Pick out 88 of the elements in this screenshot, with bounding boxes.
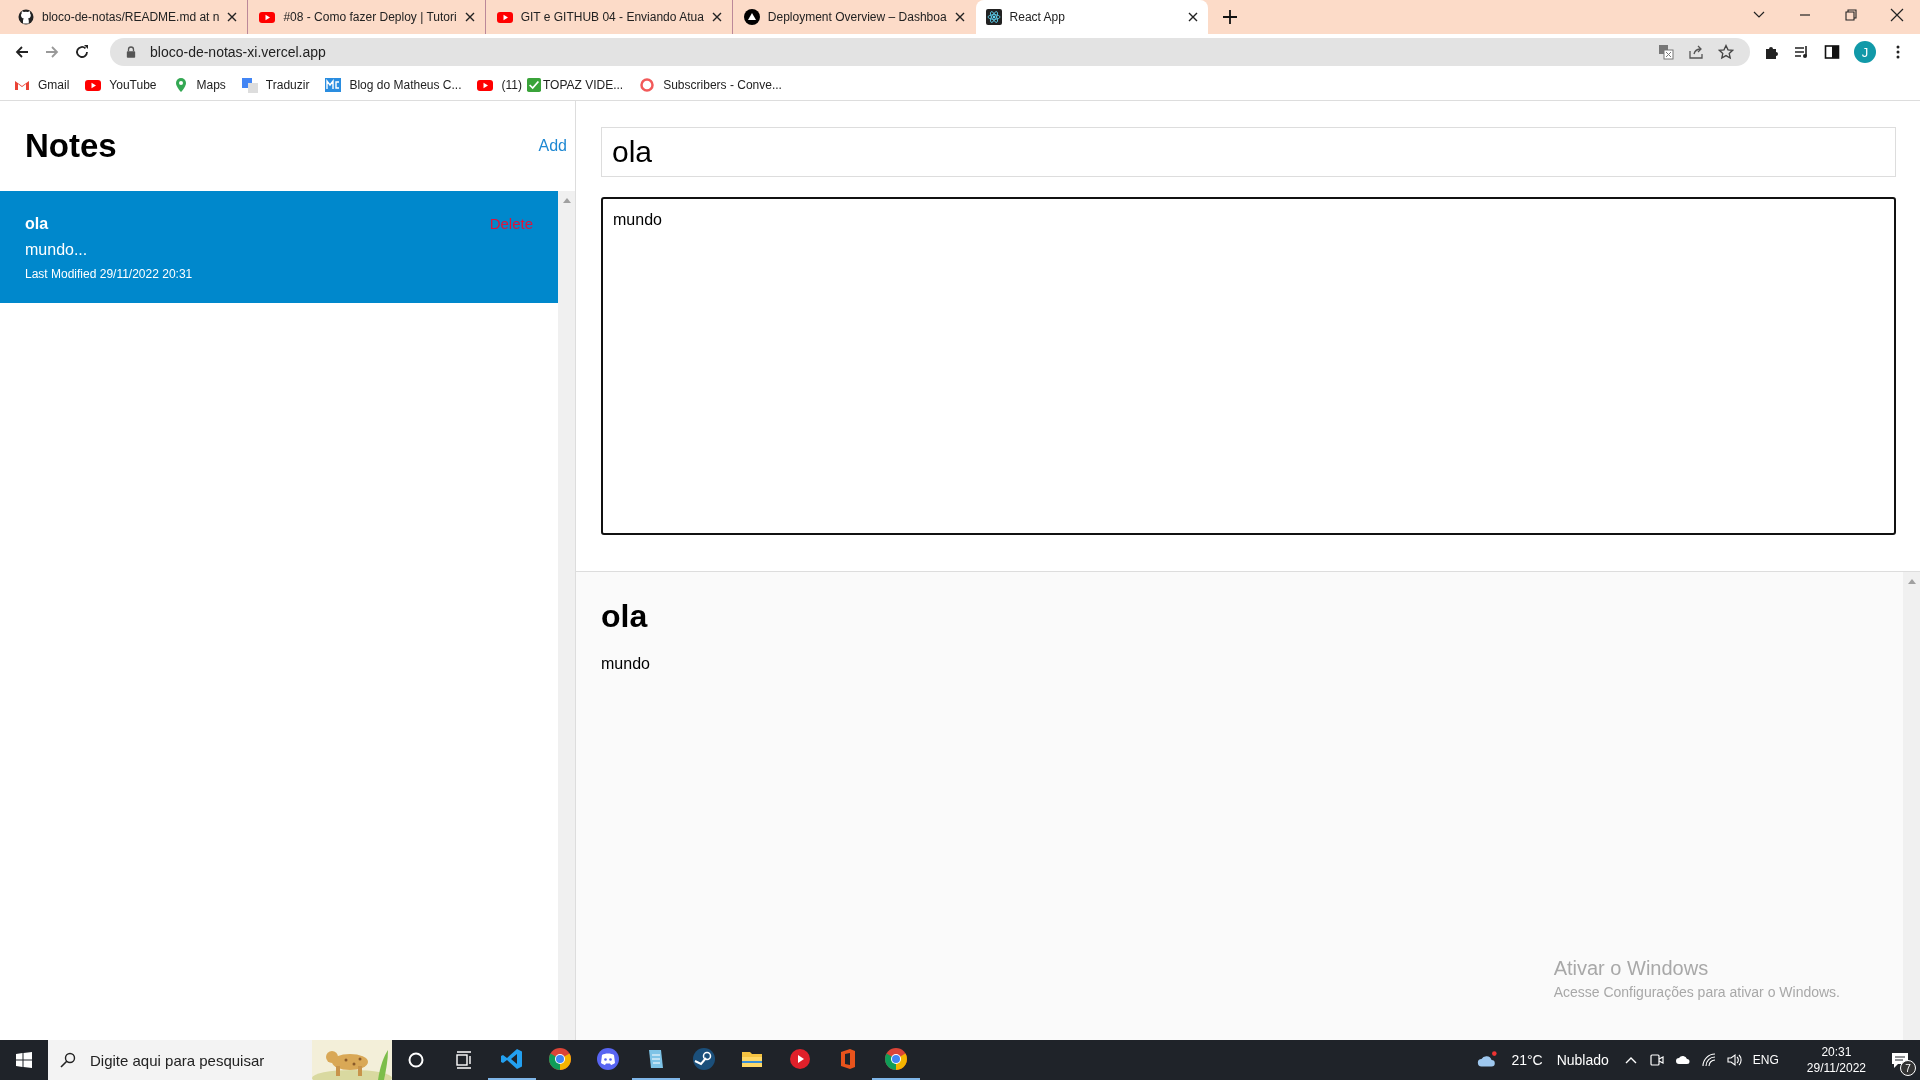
atom-icon <box>985 9 1002 25</box>
steam-icon <box>692 1047 716 1071</box>
restore-icon[interactable] <box>1844 8 1858 22</box>
note-modified: Last Modified 29/11/2022 20:31 <box>25 267 194 281</box>
back-icon[interactable] <box>14 44 30 60</box>
bookmark[interactable]: Blog do Matheus C... <box>325 77 462 93</box>
preview-title: ola <box>601 598 649 635</box>
puzzle-icon[interactable] <box>1764 44 1780 60</box>
close-icon[interactable] <box>954 12 965 22</box>
code-editor-icon <box>500 1047 524 1071</box>
scrollbar[interactable] <box>1903 572 1920 1040</box>
browser-tab[interactable]: bloco-de-notas/README.md at n <box>8 0 249 34</box>
ring-icon <box>639 77 656 93</box>
windows-start-icon[interactable] <box>16 1052 32 1068</box>
browser-tab[interactable]: #08 - Como fazer Deploy | Tutori <box>249 0 486 34</box>
bookmark-label: Traduzir <box>265 78 310 92</box>
clock[interactable]: 20:31 29/11/2022 <box>1806 1045 1866 1075</box>
new-tab-icon[interactable] <box>1222 10 1237 24</box>
sidebar-title: Notes <box>25 127 117 165</box>
reload-icon[interactable] <box>74 44 90 60</box>
search-icon <box>60 1052 76 1068</box>
bookmark[interactable]: YouTube <box>85 77 157 93</box>
browser-icon <box>548 1047 572 1071</box>
play-icon <box>788 1047 812 1071</box>
bookmark-label: Gmail <box>38 78 70 92</box>
address-bar[interactable]: bloco-de-notas-xi.vercel.app <box>110 38 1750 66</box>
tab-title: bloco-de-notas/README.md at n <box>42 10 220 24</box>
activation-title: Ativar o Windows <box>1553 957 1710 980</box>
browser-tab[interactable]: GIT e GITHUB 04 - Enviando Atua <box>486 0 733 34</box>
playlist-icon[interactable] <box>1794 44 1810 60</box>
star-icon[interactable] <box>1718 44 1734 60</box>
temperature-text[interactable]: 21°C <box>1511 1052 1543 1068</box>
camera-icon[interactable] <box>1648 1052 1665 1068</box>
title-input[interactable]: ola <box>601 127 1896 177</box>
bookmark-label: TOPAZ VIDE... <box>542 78 624 92</box>
note-item[interactable]: ola Delete mundo... Last Modified 29/11/2022 20:31 <box>0 191 558 303</box>
note-title: ola <box>25 215 49 233</box>
close-icon[interactable] <box>1187 12 1198 22</box>
note-preview: mundo... <box>25 241 89 259</box>
close-icon[interactable] <box>464 12 475 22</box>
close-icon[interactable] <box>227 12 238 22</box>
preview-text: mundo <box>601 655 651 673</box>
speaker-icon[interactable] <box>1726 1052 1743 1068</box>
language-indicator[interactable]: ENG <box>1752 1053 1779 1067</box>
browser-tab[interactable]: React App <box>975 0 1208 34</box>
side-panel-icon[interactable] <box>1824 44 1840 60</box>
translate-icon <box>241 77 258 93</box>
bookmark[interactable]: Traduzir <box>241 77 310 93</box>
tab-title: React App <box>1009 10 1066 24</box>
tab-title: GIT e GITHUB 04 - Enviando Atua <box>520 10 704 24</box>
bookmark-label: Subscribers - Conve... <box>663 78 782 92</box>
bookmark[interactable]: (11) TOPAZ VIDE... <box>477 77 624 93</box>
scrollbar[interactable] <box>558 191 575 1040</box>
translate-icon[interactable] <box>1658 44 1674 60</box>
close-icon[interactable] <box>1890 8 1904 22</box>
notification-button[interactable]: 7 <box>1880 1040 1920 1080</box>
close-icon[interactable] <box>711 12 722 22</box>
tab-title: Deployment Overview – Dashboa <box>767 10 947 24</box>
bookmark[interactable]: Subscribers - Conve... <box>639 77 782 93</box>
add-link[interactable]: Add <box>538 137 567 155</box>
weather-text[interactable]: Nublado <box>1556 1052 1609 1068</box>
bookmark[interactable]: Gmail <box>14 77 70 93</box>
browser-icon <box>884 1047 908 1071</box>
bookmark-label: Maps <box>196 78 226 92</box>
github-icon <box>18 9 34 25</box>
play-icon <box>85 77 102 93</box>
url-text: bloco-de-notas-xi.vercel.app <box>150 44 326 60</box>
play-icon <box>496 9 513 25</box>
bookmark[interactable]: Maps <box>172 77 226 93</box>
bookmark-label: Blog do Matheus C... <box>349 78 462 92</box>
taskbar-search-field[interactable]: Digite aqui para pesquisar <box>48 1040 392 1080</box>
browser-tab[interactable]: Deployment Overview – Dashboa <box>733 0 975 34</box>
lock-icon <box>126 46 136 58</box>
notification-count: 7 <box>1900 1060 1916 1076</box>
play-icon <box>259 9 276 25</box>
play-icon <box>477 77 494 93</box>
body-textarea[interactable]: mundo <box>601 197 1896 535</box>
share-icon[interactable] <box>1688 44 1704 60</box>
activation-text: Acesse Configurações para ativar o Windows. <box>1553 984 1840 1000</box>
wifi-icon[interactable] <box>1700 1052 1717 1068</box>
tab-title: #08 - Como fazer Deploy | Tutori <box>283 10 457 24</box>
check-icon <box>526 78 541 92</box>
taskbar-search-field[interactable]: Digite aqui para pesquisar <box>88 1050 312 1070</box>
chat-icon <box>596 1047 620 1071</box>
blog-logo-icon <box>325 77 342 93</box>
bookmark-label: YouTube <box>109 78 157 92</box>
bookmark-label: (11) <box>501 78 522 92</box>
forward-icon[interactable] <box>44 44 60 60</box>
